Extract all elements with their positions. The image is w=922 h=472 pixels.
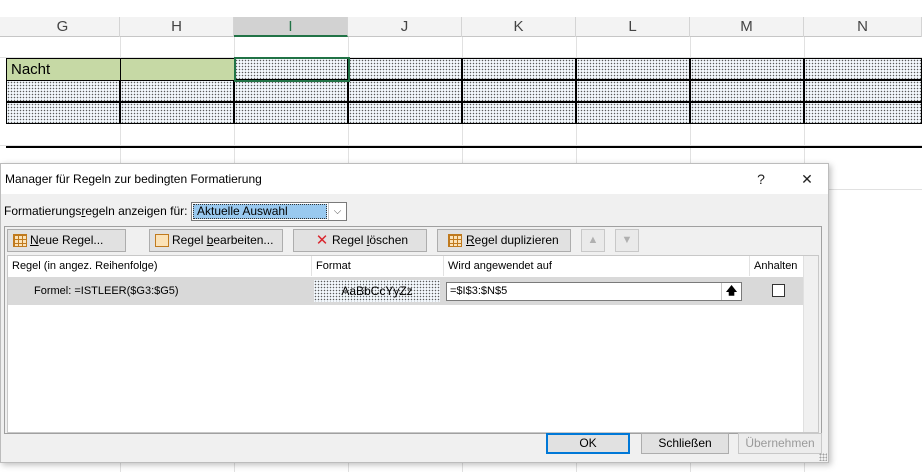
- edit-rule-icon: [155, 234, 169, 247]
- show-rules-for-value: Aktuelle Auswahl: [193, 204, 327, 219]
- cell-border: [575, 81, 577, 101]
- column-headers: G H I J K L M N: [0, 17, 922, 37]
- move-up-button[interactable]: ▲: [581, 229, 605, 252]
- formatted-row-4[interactable]: [6, 80, 922, 102]
- column-header-i[interactable]: I: [234, 17, 348, 37]
- selected-cell-i3[interactable]: [234, 57, 350, 82]
- stop-if-true-checkbox[interactable]: [772, 284, 785, 297]
- column-header-g[interactable]: G: [6, 17, 120, 37]
- sheet-row: [0, 124, 922, 146]
- rule-row[interactable]: Formel: =ISTLEER($G3:$G5) AaBbCcYyZz =$I…: [8, 277, 805, 305]
- close-button[interactable]: Schließen: [641, 433, 729, 454]
- cell-border: [575, 59, 577, 79]
- format-preview: AaBbCcYyZz: [314, 280, 440, 302]
- cell-border: [347, 103, 349, 123]
- column-header-n[interactable]: N: [804, 17, 922, 37]
- cell-border: [119, 103, 121, 123]
- cell-border: [803, 59, 805, 79]
- formatted-row-5[interactable]: [6, 102, 922, 124]
- rules-panel: Neue Regel... Regel bearbeiten... ✕ Rege…: [4, 226, 822, 434]
- close-icon[interactable]: ✕: [793, 168, 821, 190]
- rule-formula: Formel: =ISTLEER($G3:$G5): [34, 285, 179, 297]
- applies-to-input[interactable]: =$I$3:$N$5 🡅: [446, 282, 742, 301]
- new-rule-button[interactable]: Neue Regel...: [7, 229, 126, 252]
- help-button[interactable]: ?: [747, 168, 775, 190]
- cell-border: [689, 103, 691, 123]
- cell-border: [233, 81, 235, 101]
- column-header-format: Format: [312, 256, 444, 276]
- cell-border: [461, 103, 463, 123]
- duplicate-rule-button[interactable]: Regel duplizieren: [437, 229, 571, 252]
- collapse-range-icon[interactable]: 🡅: [721, 283, 741, 300]
- delete-rule-button[interactable]: ✕ Regel löschen: [293, 229, 427, 252]
- ok-button[interactable]: OK: [546, 433, 630, 454]
- show-rules-for-select[interactable]: Aktuelle Auswahl ⌵: [191, 202, 347, 221]
- cell-border: [347, 81, 349, 101]
- move-down-button[interactable]: ▼: [615, 229, 639, 252]
- cell-border: [233, 103, 235, 123]
- cell-border: [803, 81, 805, 101]
- show-rules-for-label: Formatierungsregeln anzeigen für:: [4, 204, 188, 218]
- cell-border: [461, 59, 463, 79]
- cell-border: [461, 81, 463, 101]
- duplicate-rule-icon: [448, 234, 462, 247]
- dialog-title: Manager für Regeln zur bedingten Formati…: [5, 172, 262, 186]
- delete-x-icon: ✕: [315, 232, 329, 249]
- dialog-titlebar[interactable]: Manager für Regeln zur bedingten Formati…: [1, 164, 828, 194]
- apply-button[interactable]: Übernehmen: [738, 433, 822, 454]
- new-rule-icon: [13, 234, 27, 247]
- column-header-j[interactable]: J: [348, 17, 462, 37]
- sheet-row: [0, 37, 922, 58]
- applies-to-value: =$I$3:$N$5: [450, 285, 508, 297]
- rules-list: Regel (in angez. Reihenfolge) Format Wir…: [7, 255, 819, 433]
- cell-border: [803, 103, 805, 123]
- cell-border: [575, 103, 577, 123]
- cell-g3[interactable]: Nacht: [6, 58, 121, 81]
- cell-h3[interactable]: [120, 58, 235, 81]
- cell-border: [689, 81, 691, 101]
- chevron-down-icon[interactable]: ⌵: [328, 203, 346, 220]
- column-header-rule: Regel (in angez. Reihenfolge): [8, 256, 312, 276]
- cell-border: [119, 81, 121, 101]
- conditional-formatting-rules-manager-dialog: Manager für Regeln zur bedingten Formati…: [0, 163, 829, 463]
- column-header-m[interactable]: M: [690, 17, 804, 37]
- vertical-scrollbar[interactable]: [803, 256, 818, 432]
- resize-grip-icon[interactable]: [819, 453, 827, 461]
- cell-border: [689, 59, 691, 79]
- column-header-l[interactable]: L: [576, 17, 690, 37]
- column-header-stop: Anhalten: [754, 260, 798, 272]
- border-line: [6, 146, 922, 148]
- column-header-h[interactable]: H: [120, 17, 234, 37]
- column-header-applies-to: Wird angewendet auf: [444, 256, 750, 276]
- edit-rule-button[interactable]: Regel bearbeiten...: [149, 229, 283, 252]
- column-header-k[interactable]: K: [462, 17, 576, 37]
